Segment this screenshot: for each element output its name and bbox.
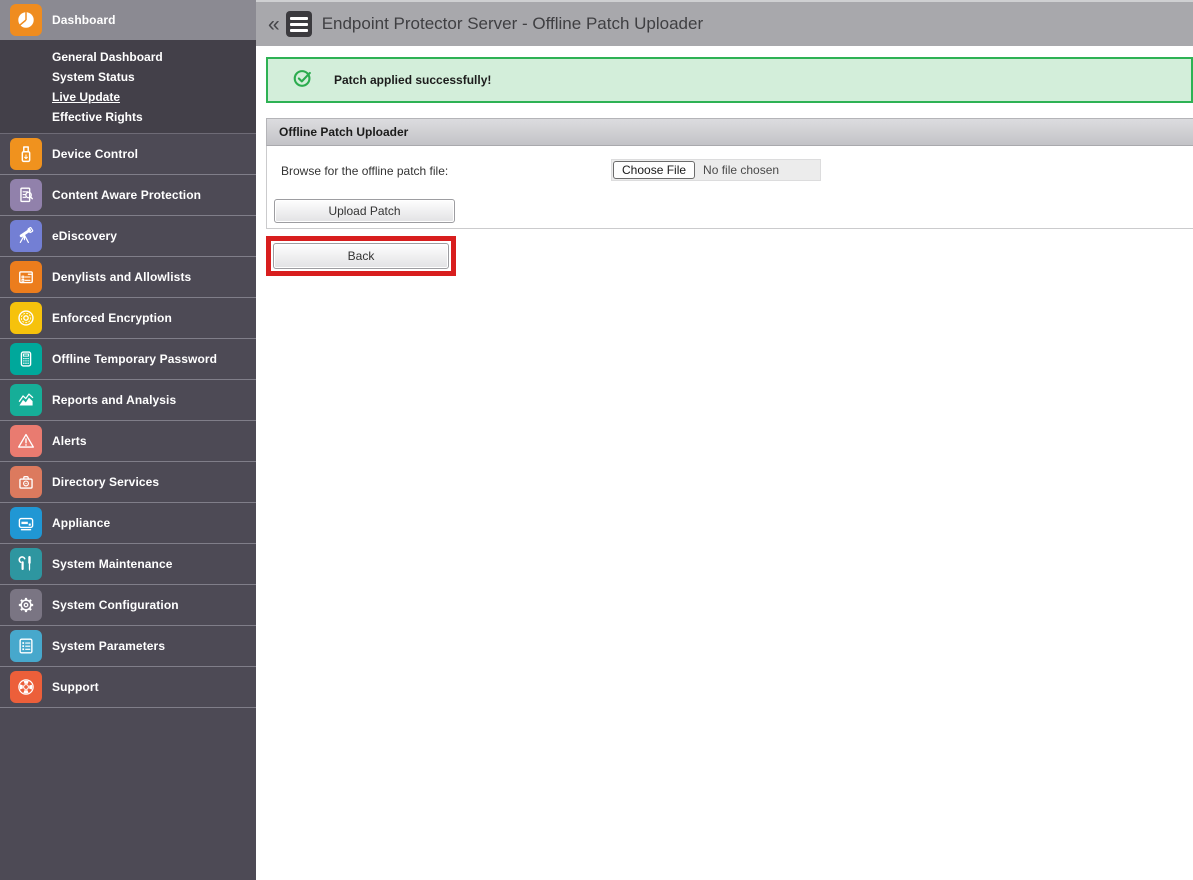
- sidebar-item-reports-and-analysis[interactable]: Reports and Analysis: [0, 380, 256, 421]
- main-content: « Endpoint Protector Server - Offline Pa…: [256, 0, 1193, 880]
- sidebar-item-offline-temporary-password[interactable]: Offline Temporary Password: [0, 339, 256, 380]
- file-input[interactable]: Choose File No file chosen: [611, 159, 821, 181]
- sidebar-item-label: Dashboard: [52, 13, 116, 27]
- sidebar-item-content-aware-protection[interactable]: Content Aware Protection: [0, 175, 256, 216]
- sidebar-item-label: Directory Services: [52, 475, 160, 489]
- back-button[interactable]: Back: [273, 243, 449, 269]
- panel-title: Offline Patch Uploader: [266, 118, 1193, 146]
- list-window-icon: [10, 261, 42, 293]
- sidebar-item-system-parameters[interactable]: System Parameters: [0, 626, 256, 667]
- document-scan-icon: [10, 179, 42, 211]
- sidebar-item-label: Enforced Encryption: [52, 311, 172, 325]
- success-alert-message: Patch applied successfully!: [334, 73, 492, 87]
- panel-body: Browse for the offline patch file: Choos…: [266, 146, 1193, 229]
- page-title: Endpoint Protector Server - Offline Patc…: [321, 14, 704, 33]
- sidebar-item-device-control[interactable]: Device Control: [0, 134, 256, 175]
- check-circle-icon: [292, 67, 314, 94]
- sidebar-item-system-maintenance[interactable]: System Maintenance: [0, 544, 256, 585]
- sidebar-item-label: Appliance: [52, 516, 111, 530]
- choose-file-button[interactable]: Choose File: [613, 161, 696, 179]
- sidebar-item-label: Offline Temporary Password: [52, 352, 218, 366]
- submenu-item-system-status[interactable]: System Status: [0, 67, 256, 87]
- gear-icon: [10, 589, 42, 621]
- red-annotation-box: Back: [266, 236, 456, 276]
- sidebar-item-appliance[interactable]: Appliance: [0, 503, 256, 544]
- server-icon: [10, 507, 42, 539]
- sidebar-item-label: Content Aware Protection: [52, 188, 202, 202]
- sidebar-item-label: Support: [52, 680, 99, 694]
- calculator-icon: [10, 343, 42, 375]
- file-status-text: No file chosen: [703, 163, 780, 177]
- sidebar-item-label: System Maintenance: [52, 557, 173, 571]
- lifebuoy-icon: [10, 671, 42, 703]
- offline-patch-uploader-panel: Offline Patch Uploader Browse for the of…: [266, 118, 1193, 229]
- sidebar-item-label: Reports and Analysis: [52, 393, 177, 407]
- sidebar-item-label: Alerts: [52, 434, 87, 448]
- disc-icon: [10, 302, 42, 334]
- area-chart-icon: [10, 384, 42, 416]
- sidebar-item-dashboard[interactable]: Dashboard: [0, 0, 256, 40]
- success-alert: Patch applied successfully!: [266, 57, 1193, 103]
- sidebar-item-enforced-encryption[interactable]: Enforced Encryption: [0, 298, 256, 339]
- sidebar: Dashboard General Dashboard System Status L…: [0, 0, 256, 880]
- pie-chart-icon: [10, 4, 42, 36]
- collapse-sidebar-icon[interactable]: «: [268, 14, 280, 35]
- tools-icon: [10, 548, 42, 580]
- sidebar-item-alerts[interactable]: Alerts: [0, 421, 256, 462]
- checklist-icon: [10, 630, 42, 662]
- sidebar-item-label: System Configuration: [52, 598, 179, 612]
- hamburger-icon[interactable]: [285, 11, 312, 37]
- browse-file-label: Browse for the offline patch file:: [281, 164, 449, 178]
- sidebar-item-ediscovery[interactable]: eDiscovery: [0, 216, 256, 257]
- page-header: « Endpoint Protector Server - Offline Pa…: [256, 0, 1193, 46]
- sidebar-item-label: Device Control: [52, 147, 139, 161]
- sidebar-item-support[interactable]: Support: [0, 667, 256, 708]
- submenu-item-effective-rights[interactable]: Effective Rights: [0, 107, 256, 127]
- usb-drive-icon: [10, 138, 42, 170]
- sidebar-item-label: System Parameters: [52, 639, 166, 653]
- sidebar-item-directory-services[interactable]: Directory Services: [0, 462, 256, 503]
- telescope-icon: [10, 220, 42, 252]
- warning-triangle-icon: [10, 425, 42, 457]
- briefcase-icon: [10, 466, 42, 498]
- sidebar-submenu: General Dashboard System Status Live Updat…: [0, 40, 256, 134]
- sidebar-item-denylists-and-allowlists[interactable]: Denylists and Allowlists: [0, 257, 256, 298]
- upload-patch-button[interactable]: Upload Patch: [274, 199, 455, 223]
- sidebar-item-label: Denylists and Allowlists: [52, 270, 192, 284]
- sidebar-item-system-configuration[interactable]: System Configuration: [0, 585, 256, 626]
- sidebar-item-label: eDiscovery: [52, 229, 118, 243]
- submenu-item-live-update[interactable]: Live Update: [0, 87, 256, 107]
- submenu-item-general-dashboard[interactable]: General Dashboard: [0, 47, 256, 67]
